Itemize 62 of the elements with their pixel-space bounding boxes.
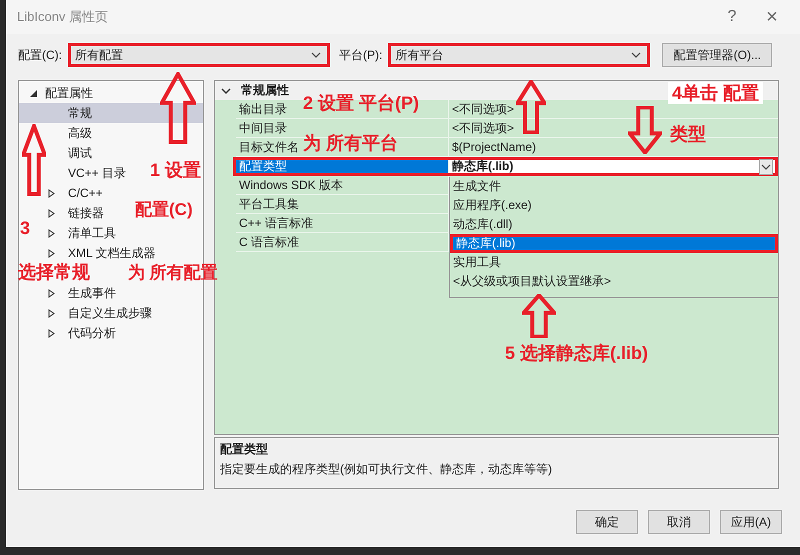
annotation-text: 选择常规 — [18, 261, 90, 283]
arrow-icon — [22, 124, 46, 196]
tree-item[interactable]: 高级 — [48, 123, 92, 143]
property-name[interactable]: 输出目录 — [239, 100, 287, 118]
list-option[interactable]: 静态库(.lib) — [450, 234, 778, 253]
property-name[interactable]: 中间目录 — [239, 119, 287, 137]
property-name[interactable]: C 语言标准 — [239, 233, 299, 251]
annotation-text: 3 — [20, 217, 30, 239]
tree-item[interactable]: 调试 — [48, 143, 92, 163]
dialog-button[interactable]: 应用(A) — [720, 510, 782, 534]
annotation-text: 5 选择静态库(.lib) — [505, 342, 648, 364]
dialog-button[interactable]: 确定 — [576, 510, 638, 534]
description-title: 配置类型 — [220, 441, 269, 458]
tree-item[interactable]: 配置属性 — [30, 83, 93, 103]
annotation-text: 类型 — [670, 123, 706, 145]
dialog-button[interactable]: 取消 — [648, 510, 710, 534]
annotation-text: 为 所有平台 — [303, 132, 398, 154]
property-name[interactable]: Windows SDK 版本 — [239, 176, 344, 194]
window-title: LibIconv 属性页 — [17, 8, 108, 26]
chevron-icon — [759, 158, 773, 174]
annotation-text: 1 设置 — [150, 159, 202, 181]
tree-item[interactable]: VC++ 目录 — [48, 163, 126, 183]
field-label: 配置(C): — [18, 46, 62, 64]
annotation-text: 2 设置 平台(P) — [303, 92, 420, 114]
property-value: <不同选项> — [452, 120, 514, 136]
tree-item[interactable]: 代码分析 — [48, 323, 116, 343]
annotation-text: 配置(C) — [135, 199, 193, 221]
close-button[interactable]: × — [752, 2, 792, 32]
property-value: <不同选项> — [452, 100, 514, 118]
tree-item[interactable]: 链接器 — [48, 203, 104, 223]
description-text: 指定要生成的程序类型(例如可执行文件、静态库，动态库等等) — [220, 461, 553, 478]
category-label: 常规属性 — [241, 82, 289, 99]
list-option[interactable]: <从父级或项目默认设置继承> — [450, 272, 778, 291]
annotation-text: 为 所有配置 — [128, 262, 218, 284]
value-field[interactable]: 静态库(.lib) — [449, 160, 775, 173]
tree-item[interactable]: 自定义生成步骤 — [48, 303, 152, 323]
dropdown-field[interactable]: 所有配置 — [68, 43, 330, 67]
chevron-icon — [311, 52, 321, 58]
annotation-text: 4单击 配置 — [668, 82, 764, 104]
arrow-icon — [160, 72, 196, 144]
list-option[interactable]: 生成文件 — [450, 177, 778, 196]
arrow-icon — [522, 294, 556, 338]
property-name[interactable]: 目标文件名 — [239, 138, 299, 156]
tree-item[interactable]: 清单工具 — [48, 223, 116, 243]
arrow-icon — [516, 80, 546, 134]
tree-item[interactable]: XML 文档生成器 — [48, 243, 156, 263]
property-value: $(ProjectName) — [452, 140, 536, 154]
property-name[interactable]: 配置类型 — [236, 160, 449, 173]
property-name[interactable]: 平台工具集 — [239, 195, 299, 213]
arrow-icon — [628, 106, 662, 154]
list-option[interactable]: 动态库(.dll) — [450, 215, 778, 234]
tree-item[interactable]: C/C++ — [48, 183, 103, 203]
list-option[interactable]: 实用工具 — [450, 253, 778, 272]
property-name[interactable]: C++ 语言标准 — [239, 214, 314, 232]
dropdown-field[interactable]: 所有平台 — [388, 43, 650, 67]
manager-button[interactable]: 配置管理器(O)... — [662, 43, 772, 67]
tree-item[interactable]: 生成事件 — [48, 283, 116, 303]
tree-item[interactable]: 常规 — [19, 103, 203, 123]
list-option[interactable]: 应用程序(.exe) — [450, 196, 778, 215]
chevron-icon — [631, 52, 642, 58]
field-label: 平台(P): — [339, 46, 382, 64]
help-button[interactable]: ? — [712, 2, 752, 32]
